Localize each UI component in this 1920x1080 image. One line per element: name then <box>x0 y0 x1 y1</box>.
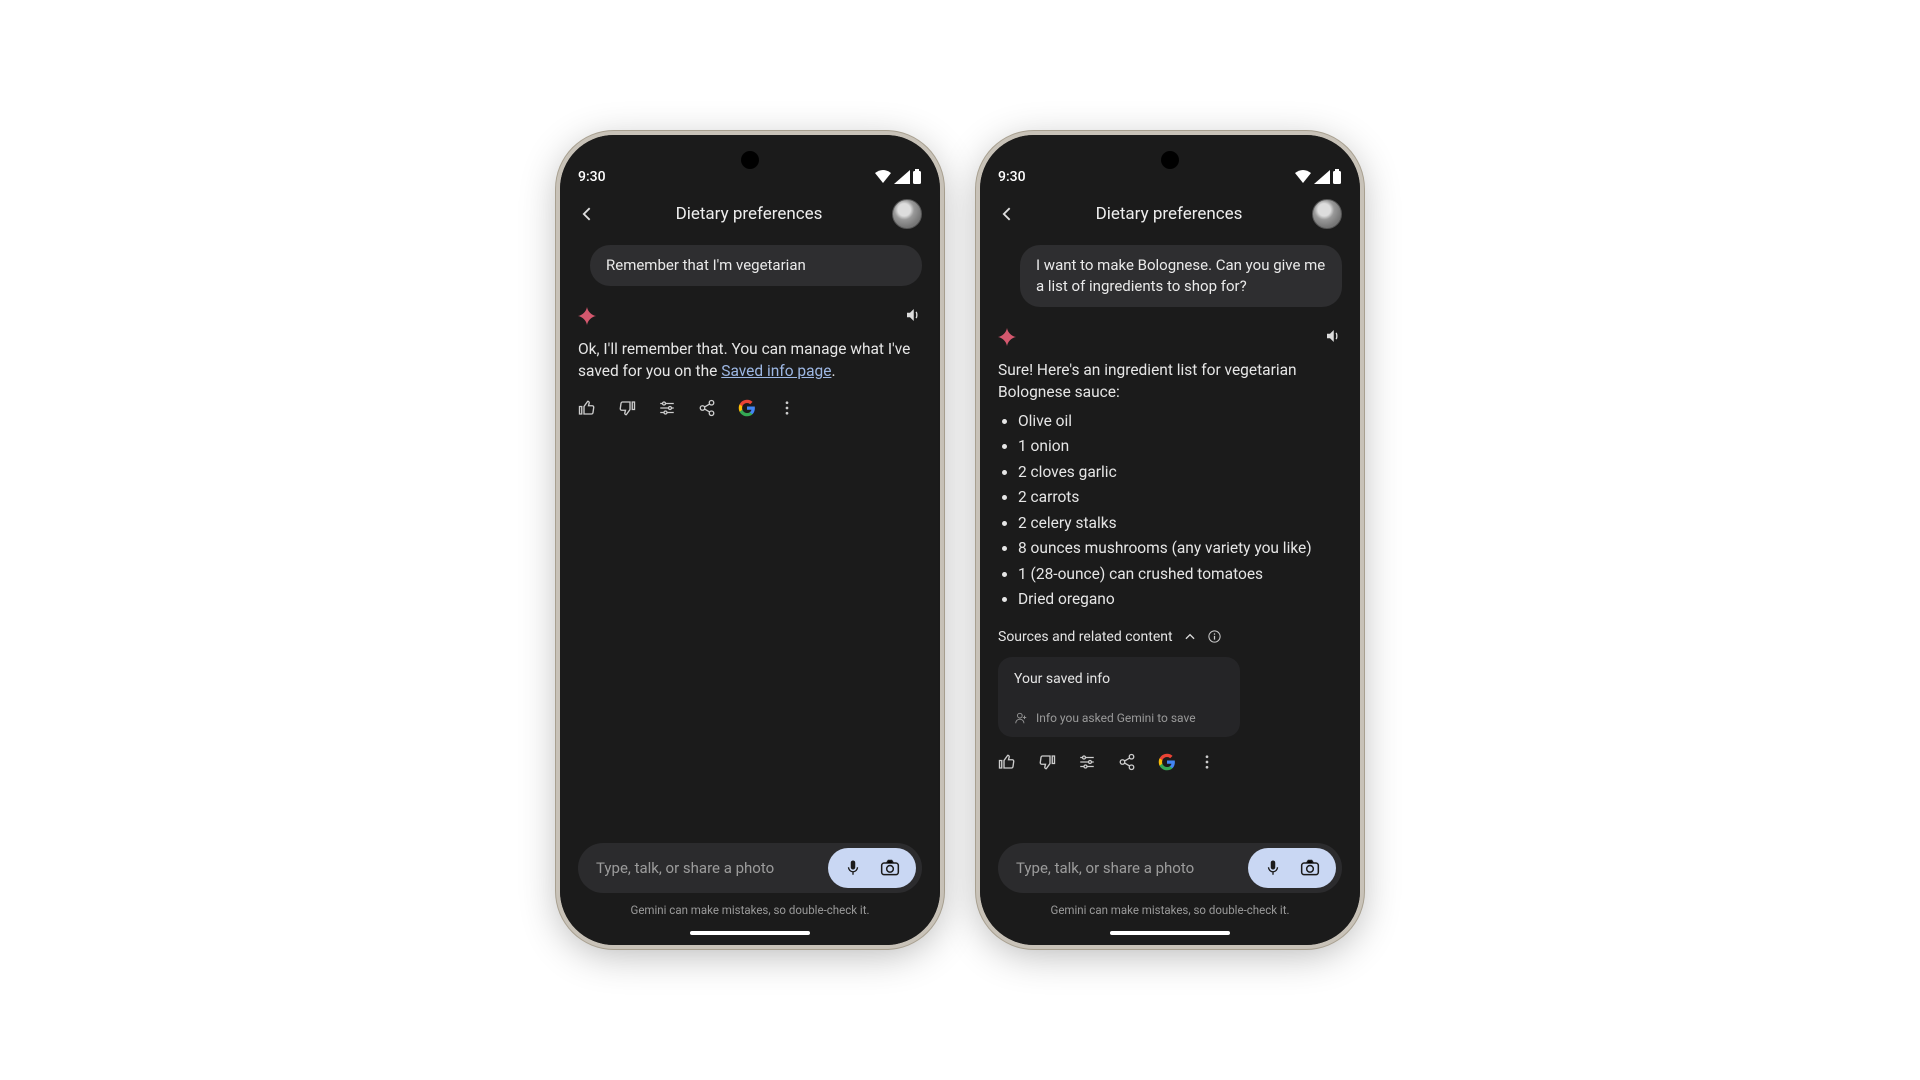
input-area: Type, talk, or share a photo Gemini can … <box>578 843 922 917</box>
signal-icon <box>1314 170 1330 184</box>
tune-icon <box>1078 753 1096 771</box>
chevron-left-icon <box>578 204 598 224</box>
chevron-up-icon <box>1183 630 1197 644</box>
share-button[interactable] <box>698 399 716 417</box>
chat-input[interactable]: Type, talk, or share a photo <box>998 843 1342 893</box>
sources-toggle[interactable]: Sources and related content <box>998 629 1342 645</box>
user совmessage: Remember that I'm vegetarian <box>590 245 922 286</box>
back-button[interactable] <box>998 204 1026 224</box>
battery-icon <box>1332 169 1342 185</box>
profile-avatar[interactable] <box>892 199 922 229</box>
back-button[interactable] <box>578 204 606 224</box>
list-item: 1 (28-ounce) can crushed tomatoes <box>1018 563 1342 585</box>
phone-mockup-left: 9:30 Dietary preferences Remember that I… <box>560 135 940 945</box>
speaker-icon <box>904 306 922 324</box>
clock: 9:30 <box>578 169 606 185</box>
disclaimer: Gemini can make mistakes, so double-chec… <box>998 903 1342 917</box>
speaker-button[interactable] <box>1324 327 1342 345</box>
app-bar: Dietary preferences <box>998 193 1342 235</box>
tune-icon <box>658 399 676 417</box>
google-search-button[interactable] <box>1158 753 1176 771</box>
list-item: Olive oil <box>1018 410 1342 432</box>
wifi-icon <box>874 170 892 184</box>
assistant-intro: Sure! Here's an ingredient list for vege… <box>998 361 1297 401</box>
thumbs-up-icon <box>998 753 1016 771</box>
input-placeholder: Type, talk, or share a photo <box>1016 859 1248 877</box>
share-icon <box>1118 753 1136 771</box>
list-item: 2 carrots <box>1018 486 1342 508</box>
sources-label: Sources and related content <box>998 629 1173 645</box>
input-placeholder: Type, talk, or share a photo <box>596 859 828 877</box>
status-icons <box>874 169 922 185</box>
clock: 9:30 <box>998 169 1026 185</box>
assistant-text-post: . <box>831 362 835 380</box>
camera-icon <box>1300 859 1320 877</box>
status-bar: 9:30 <box>578 135 922 189</box>
response-actions <box>998 753 1342 771</box>
battery-icon <box>912 169 922 185</box>
info-icon <box>1207 629 1222 644</box>
more-button[interactable] <box>1198 753 1216 771</box>
speaker-button[interactable] <box>904 306 922 324</box>
list-item: 1 onion <box>1018 435 1342 457</box>
wifi-icon <box>1294 170 1312 184</box>
thumbs-down-icon <box>1038 753 1056 771</box>
thumbs-down-icon <box>618 399 636 417</box>
more-vert-icon <box>1198 753 1216 771</box>
profile-avatar[interactable] <box>1312 199 1342 229</box>
gemini-spark-icon <box>998 328 1014 344</box>
mic-icon <box>1264 859 1282 877</box>
mic-camera-pill <box>1248 848 1336 888</box>
assistant-message: Sure! Here's an ingredient list for vege… <box>998 359 1342 611</box>
page-title: Dietary preferences <box>1026 204 1312 224</box>
list-item: 8 ounces mushrooms (any variety you like… <box>1018 537 1342 559</box>
google-g-icon <box>1158 753 1176 771</box>
mic-button[interactable] <box>1264 859 1282 877</box>
thumbs-up-button[interactable] <box>998 753 1016 771</box>
camera-button[interactable] <box>880 859 900 877</box>
disclaimer: Gemini can make mistakes, so double-chec… <box>578 903 922 917</box>
thumbs-up-button[interactable] <box>578 399 596 417</box>
share-button[interactable] <box>1118 753 1136 771</box>
thumbs-down-button[interactable] <box>1038 753 1056 771</box>
saved-info-link[interactable]: Saved info page <box>721 362 831 380</box>
camera-icon <box>880 859 900 877</box>
status-bar: 9:30 <box>998 135 1342 189</box>
response-actions <box>578 399 922 417</box>
input-area: Type, talk, or share a photo Gemini can … <box>998 843 1342 917</box>
thumbs-down-button[interactable] <box>618 399 636 417</box>
share-icon <box>698 399 716 417</box>
tune-button[interactable] <box>1078 753 1096 771</box>
saved-info-card[interactable]: Your saved info Info you asked Gemini to… <box>998 657 1240 737</box>
google-search-button[interactable] <box>738 399 756 417</box>
chat-input[interactable]: Type, talk, or share a photo <box>578 843 922 893</box>
google-g-icon <box>738 399 756 417</box>
ingredients-list: Olive oil 1 onion 2 cloves garlic 2 carr… <box>998 410 1342 611</box>
saved-info-subtitle: Info you asked Gemini to save <box>1014 711 1224 725</box>
list-item: 2 cloves garlic <box>1018 461 1342 483</box>
mic-button[interactable] <box>844 859 862 877</box>
signal-icon <box>894 170 910 184</box>
chevron-left-icon <box>998 204 1018 224</box>
more-vert-icon <box>778 399 796 417</box>
assistant-message: Ok, I'll remember that. You can manage w… <box>578 338 922 383</box>
gemini-spark-icon <box>578 307 594 323</box>
speaker-icon <box>1324 327 1342 345</box>
app-bar: Dietary preferences <box>578 193 922 235</box>
person-save-icon <box>1014 711 1028 725</box>
list-item: Dried oregano <box>1018 588 1342 610</box>
user-message: I want to make Bolognese. Can you give m… <box>1020 245 1342 307</box>
more-button[interactable] <box>778 399 796 417</box>
phone-mockup-right: 9:30 Dietary preferences I want to make … <box>980 135 1360 945</box>
page-title: Dietary preferences <box>606 204 892 224</box>
status-icons <box>1294 169 1342 185</box>
list-item: 2 celery stalks <box>1018 512 1342 534</box>
mic-camera-pill <box>828 848 916 888</box>
thumbs-up-icon <box>578 399 596 417</box>
camera-button[interactable] <box>1300 859 1320 877</box>
saved-info-title: Your saved info <box>1014 671 1224 687</box>
mic-icon <box>844 859 862 877</box>
tune-button[interactable] <box>658 399 676 417</box>
